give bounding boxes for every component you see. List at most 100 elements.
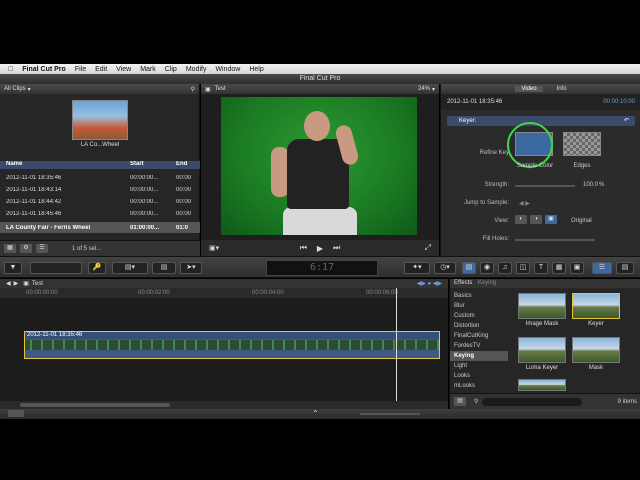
gear-icon[interactable]: ⚙ — [20, 244, 32, 253]
zoom-slider[interactable] — [360, 410, 420, 417]
tab-info[interactable]: Info — [557, 86, 567, 92]
effect-category[interactable]: Basics — [450, 291, 508, 301]
composite-view-icon[interactable]: ◐ — [515, 215, 527, 224]
effect-thumb-mask[interactable] — [572, 337, 620, 363]
apple-icon[interactable]:  — [8, 66, 13, 73]
timeline-nav-icons[interactable]: ◀▶ ● ◀▶ — [417, 280, 442, 287]
list-item[interactable]: 2012-11-01 18:35:46 00:00:00... 00:00 — [0, 172, 200, 183]
effect-category[interactable]: Distortion — [450, 321, 508, 331]
inspector-toggle-icon[interactable]: ▤ — [462, 262, 476, 274]
effect-category[interactable]: Blur — [450, 301, 508, 311]
effect-category-selected[interactable]: Keying — [450, 351, 508, 361]
select-tool-icon[interactable]: ➤▾ — [180, 262, 202, 274]
edges-button[interactable] — [563, 132, 601, 156]
transitions-icon[interactable]: ◫ — [516, 262, 530, 274]
strength-value[interactable]: 100.0 — [583, 182, 598, 188]
menu-modify[interactable]: Modify — [186, 66, 207, 73]
list-item[interactable]: 2012-11-01 18:43:14 00:00:00... 00:00 — [0, 184, 200, 195]
append-button[interactable]: ▤ — [152, 262, 176, 274]
strength-unit: % — [599, 182, 605, 188]
effect-category[interactable]: FinalCutKing — [450, 331, 508, 341]
highlight-ring — [507, 122, 553, 168]
play-icon[interactable]: ▶ — [317, 244, 323, 253]
clip-name: 2012-11-01 18:35:46 — [447, 99, 503, 105]
search-icon[interactable]: ⚲ — [191, 86, 195, 93]
scroll-thumb[interactable] — [20, 403, 170, 407]
chevron-up-icon[interactable]: ⌃ — [312, 409, 319, 418]
reset-icon[interactable]: ↶ — [624, 116, 629, 126]
previous-icon[interactable]: ⏮ — [300, 243, 307, 253]
menu-view[interactable]: View — [116, 66, 131, 73]
effect-category[interactable]: Looks — [450, 371, 508, 381]
music-icon[interactable]: ♫ — [498, 262, 512, 274]
back-icon[interactable]: ◀ — [6, 280, 11, 287]
effect-thumb-luma-keyer[interactable] — [518, 337, 566, 363]
effect-category[interactable]: Custom — [450, 311, 508, 321]
menu-mark[interactable]: Mark — [140, 66, 156, 73]
column-name[interactable]: Name — [0, 161, 130, 169]
matte-view-icon[interactable]: ◑ — [530, 215, 542, 224]
list-item-selected[interactable]: LA County Fair - Ferris Wheel 01:00:00..… — [0, 222, 200, 233]
fullscreen-icon[interactable]: ⤢ — [425, 243, 431, 253]
effect-category[interactable]: FordesTV — [450, 341, 508, 351]
video-frame[interactable] — [221, 97, 417, 235]
browser-header: All Clips ▾ ⚲ — [0, 84, 199, 94]
effects-browser-icon[interactable]: ☰ — [592, 262, 612, 274]
generators-icon[interactable]: ▦ — [552, 262, 566, 274]
column-start[interactable]: Start — [130, 161, 176, 169]
menu-file[interactable]: File — [75, 66, 86, 73]
fill-holes-slider[interactable] — [515, 239, 595, 241]
menu-window[interactable]: Window — [215, 66, 240, 73]
import-button[interactable]: ▼ — [4, 262, 22, 274]
viewer-options-icon[interactable]: ▣▾ — [209, 244, 219, 252]
edit-buttons[interactable]: ▤▾ — [112, 262, 148, 274]
chevron-down-icon[interactable]: ▾ — [28, 86, 31, 93]
filmstrip-view-button[interactable]: ▦ — [4, 244, 16, 253]
viewer-title: Test — [214, 86, 226, 92]
person-head — [304, 111, 330, 141]
effect-category[interactable]: mLooks — [450, 381, 508, 391]
strength-slider[interactable] — [515, 185, 575, 187]
effect-category[interactable]: Light — [450, 361, 508, 371]
menu-help[interactable]: Help — [249, 66, 263, 73]
app-menu[interactable]: Final Cut Pro — [22, 66, 66, 73]
titles-icon[interactable]: T — [534, 262, 548, 274]
time-ruler[interactable]: 00:00:00:00 00:00:02:00 00:00:04:00 00:0… — [0, 288, 448, 298]
ruler-tick: 00:00:00:00 — [26, 290, 58, 296]
keyword-icon[interactable]: 🔑 — [88, 262, 106, 274]
camera-icon[interactable]: ◉ — [480, 262, 494, 274]
clip-filter-dropdown[interactable]: All Clips — [4, 86, 26, 92]
chevron-down-icon[interactable]: ▾ — [432, 86, 435, 93]
effect-thumb-image-mask[interactable] — [518, 293, 566, 319]
effect-thumb-keyer[interactable] — [572, 293, 620, 319]
view-toggle[interactable]: ◐ ◑ ▣ — [515, 215, 557, 224]
forward-icon[interactable]: ▶ — [14, 280, 19, 287]
effects-search-field[interactable] — [482, 397, 583, 406]
menu-edit[interactable]: Edit — [95, 66, 107, 73]
zoom-dropdown[interactable]: 24% — [418, 86, 430, 92]
effect-thumb-partial[interactable] — [518, 379, 566, 391]
tasks-icon[interactable]: ▤ — [616, 262, 634, 274]
list-item[interactable]: 2012-11-01 18:44:42 00:00:00... 00:00 — [0, 196, 200, 207]
audio-meter-button[interactable] — [8, 410, 24, 417]
retime-icon[interactable]: ◷▾ — [434, 262, 456, 274]
enhance-icon[interactable]: ✦▾ — [404, 262, 430, 274]
next-icon[interactable]: ⏭ — [333, 243, 340, 253]
menu-clip[interactable]: Clip — [165, 66, 177, 73]
original-view-icon[interactable]: ▣ — [545, 215, 557, 224]
timeline-scrollbar[interactable] — [0, 401, 448, 409]
themes-icon[interactable]: ▣ — [570, 262, 584, 274]
jump-arrows[interactable]: ◀ ▶ — [519, 200, 530, 207]
list-view-button[interactable]: ☰ — [36, 244, 48, 253]
clip-thumbnail[interactable] — [72, 100, 128, 140]
clip-title: 2012-11-01 18:35:46 — [25, 332, 439, 339]
sidebar-toggle-icon[interactable]: ▤ — [454, 397, 466, 406]
playhead[interactable] — [396, 288, 397, 409]
timeline-clip[interactable]: 2012-11-01 18:35:46 — [24, 331, 440, 359]
record-button[interactable] — [30, 262, 82, 274]
list-item[interactable]: 2012-11-01 18:45:46 00:00:00... 00:00 — [0, 208, 200, 219]
dashboard-timecode[interactable]: 6:17 — [266, 260, 378, 276]
search-icon[interactable]: ⚲ — [474, 398, 478, 405]
column-end[interactable]: End — [176, 161, 200, 169]
tab-video[interactable]: Video — [515, 86, 543, 92]
